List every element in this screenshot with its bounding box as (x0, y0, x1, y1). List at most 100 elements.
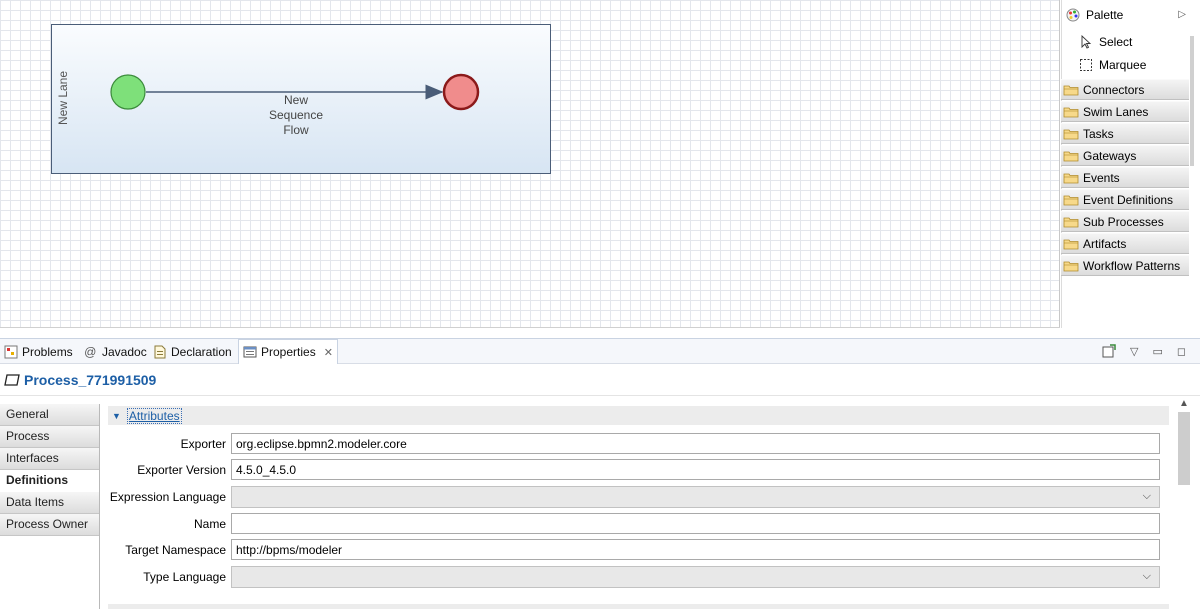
folder-icon (1063, 239, 1079, 249)
side-tab-data-items[interactable]: Data Items (0, 492, 99, 514)
field-row-exporter: Exporter (108, 433, 1160, 455)
view-tab-bar: Problems @ Javadoc Declaration Propertie… (0, 338, 1200, 365)
view-toolbar: ▽ ▭ ◻ (1102, 344, 1186, 358)
palette-drawer-label: Event Definitions (1083, 192, 1174, 207)
select-arrow-icon (1081, 34, 1092, 49)
field-row-type-language: Type Language ⌵ (108, 566, 1160, 588)
exporter-field[interactable] (231, 433, 1160, 454)
field-label: Expression Language (109, 490, 226, 504)
properties-title: Process_771991509 (24, 371, 157, 388)
marquee-icon (1080, 58, 1092, 71)
tab-label: Javadoc (102, 344, 147, 359)
palette-drawer-label: Connectors (1083, 82, 1145, 97)
folder-icon (1063, 151, 1079, 161)
palette-scrollbar[interactable] (1190, 36, 1194, 166)
palette-icon (1066, 8, 1080, 22)
properties-icon (243, 346, 257, 358)
close-icon[interactable]: ✕ (324, 346, 333, 359)
target-namespace-field[interactable] (231, 539, 1160, 560)
maximize-icon[interactable]: ◻ (1177, 345, 1186, 358)
palette-drawer-label: Events (1083, 170, 1120, 185)
sequence-flow-label: New Sequence Flow (256, 93, 336, 138)
next-section-header (108, 604, 1169, 609)
folder-icon (1063, 195, 1079, 205)
field-label: Exporter (180, 437, 226, 451)
palette-drawer-swim-lanes[interactable]: Swim Lanes (1061, 101, 1189, 122)
javadoc-icon: @ (84, 344, 97, 359)
attributes-section-title[interactable]: Attributes (126, 407, 182, 424)
side-tab-process[interactable]: Process (0, 426, 99, 448)
palette-title: Palette (1086, 8, 1124, 22)
palette-drawer-events[interactable]: Events (1061, 167, 1189, 188)
field-label: Name (193, 517, 226, 531)
tab-javadoc[interactable]: @ Javadoc (80, 339, 151, 364)
scroll-up-icon[interactable]: ▲ (1179, 398, 1189, 409)
palette-drawer-label: Gateways (1083, 148, 1137, 163)
palette-drawer-sub-processes[interactable]: Sub Processes (1061, 211, 1189, 232)
palette-drawer-gateways[interactable]: Gateways (1061, 145, 1189, 166)
palette-drawer-artifacts[interactable]: Artifacts (1061, 233, 1189, 254)
palette-header[interactable]: Palette ▷ (1062, 0, 1200, 30)
expand-triangle-icon[interactable]: ▼ (112, 411, 121, 421)
folder-icon (1063, 129, 1079, 139)
view-menu-icon[interactable]: ▽ (1130, 345, 1138, 358)
tab-label: Properties (261, 345, 316, 359)
minimize-icon[interactable]: ▭ (1152, 345, 1162, 358)
palette-drawer-connectors[interactable]: Connectors (1061, 79, 1189, 100)
properties-title-bar: Process_771991509 (0, 364, 1200, 396)
name-field[interactable] (231, 513, 1160, 534)
problems-icon (4, 345, 18, 358)
scroll-thumb[interactable] (1178, 412, 1190, 485)
declaration-icon (154, 345, 166, 358)
field-row-name: Name (108, 513, 1160, 535)
field-label: Exporter Version (137, 463, 226, 477)
palette-drawer-workflow-patterns[interactable]: Workflow Patterns (1061, 255, 1189, 276)
palette-drawer-label: Workflow Patterns (1083, 258, 1181, 273)
expression-language-combo[interactable]: ⌵ (231, 486, 1160, 508)
chevron-down-icon[interactable]: ⌵ (1143, 570, 1151, 583)
tab-problems[interactable]: Problems (0, 339, 77, 364)
properties-scrollbar[interactable]: ▲ (1176, 396, 1192, 609)
tab-properties[interactable]: Properties ✕ (238, 339, 338, 365)
palette-drawer-label: Tasks (1083, 126, 1114, 141)
field-row-target-namespace: Target Namespace (108, 539, 1160, 561)
field-row-exporter-version: Exporter Version (108, 459, 1160, 481)
tab-label: Problems (22, 344, 73, 359)
folder-icon (1063, 107, 1079, 117)
chevron-down-icon[interactable]: ⌵ (1143, 490, 1151, 503)
side-tab-process-owner[interactable]: Process Owner (0, 514, 99, 536)
palette-tool-marquee[interactable]: Marquee (1062, 53, 1200, 76)
side-tab-definitions[interactable]: Definitions (0, 470, 99, 492)
folder-icon (1063, 173, 1079, 183)
side-tab-general[interactable]: General (0, 404, 99, 426)
flow-label-line: New (283, 93, 308, 107)
start-event[interactable] (110, 74, 146, 110)
tab-declaration[interactable]: Declaration (149, 339, 236, 364)
palette-drawer-label: Swim Lanes (1083, 104, 1149, 119)
process-icon (4, 373, 20, 386)
type-language-combo[interactable]: ⌵ (231, 566, 1160, 588)
palette-drawer-label: Sub Processes (1083, 214, 1164, 229)
side-tab-interfaces[interactable]: Interfaces (0, 448, 99, 470)
tab-label: Declaration (171, 344, 232, 359)
pin-view-icon[interactable] (1102, 344, 1116, 358)
properties-side-tabs: General Process Interfaces Definitions D… (0, 404, 100, 609)
palette-drawer-label: Artifacts (1083, 236, 1127, 251)
attributes-section-header[interactable]: ▼ Attributes (108, 406, 1169, 425)
flow-label-line: Sequence (268, 108, 324, 122)
exporter-version-field[interactable] (231, 459, 1160, 480)
field-row-expression-language: Expression Language ⌵ (108, 486, 1160, 508)
canvas-divider (0, 327, 1060, 328)
field-label: Type Language (143, 570, 226, 584)
end-event[interactable] (442, 73, 480, 111)
palette-drawer-event-definitions[interactable]: Event Definitions (1061, 189, 1189, 210)
folder-icon (1063, 261, 1079, 271)
palette-collapse-icon[interactable]: ▷ (1178, 9, 1186, 20)
palette-drawer-tasks[interactable]: Tasks (1061, 123, 1189, 144)
palette-tool-label: Marquee (1099, 57, 1147, 72)
flow-label-line: Flow (283, 123, 309, 137)
field-label: Target Namespace (125, 543, 226, 557)
folder-icon (1063, 85, 1079, 95)
folder-icon (1063, 217, 1079, 227)
palette-tool-select[interactable]: Select (1062, 30, 1200, 53)
